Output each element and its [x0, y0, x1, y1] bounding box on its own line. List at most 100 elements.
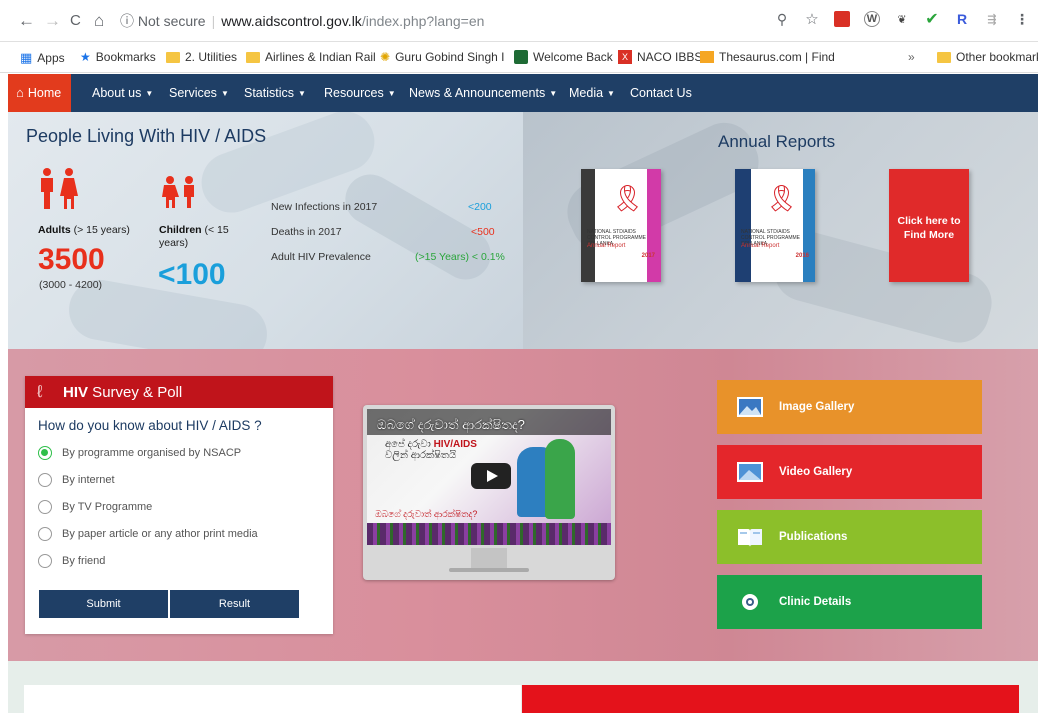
nav-contact-us[interactable]: Contact Us	[630, 74, 692, 112]
radio[interactable]	[38, 500, 52, 514]
book-icon	[738, 529, 762, 547]
stat-label: New Infections in 2017	[271, 201, 378, 213]
site-navigation: ⌂ Home About us ▼ Services ▼ Statistics ▼ Re…	[8, 74, 1038, 112]
survey-option[interactable]: By TV Programme	[38, 500, 152, 514]
caret-down-icon: ▼	[145, 89, 154, 98]
annual-report-2016[interactable]: 🎗 NATIONAL STD/AIDS CONTROL PROGRAMME SR…	[735, 169, 815, 282]
home-button[interactable]: ⌂	[94, 11, 104, 31]
nav-news-announcements[interactable]: News & Announcements ▼	[409, 74, 557, 112]
stat-value: <200	[468, 201, 492, 213]
bookmark-bookmarks[interactable]: ★ Bookmarks	[80, 50, 156, 64]
children-count: <100	[158, 258, 226, 291]
clinic-details-tile[interactable]: Clinic Details	[717, 575, 982, 629]
site-icon	[514, 50, 528, 64]
adults-label: Adults (> 15 years)	[38, 224, 130, 236]
bookmark-guru-gobind-singh[interactable]: ✺ Guru Gobind Singh I	[380, 50, 504, 64]
nav-statistics[interactable]: Statistics ▼	[244, 74, 306, 112]
bottom-section	[8, 661, 1038, 713]
bookmark-airlines[interactable]: Airlines & Indian Rail	[246, 50, 376, 64]
video-player[interactable]: ඔබගේ දරුවාත් ආරක්ෂිතද? අපේ දරුවා HIV/AID…	[367, 409, 611, 545]
red-extension-icon[interactable]	[834, 11, 850, 27]
r-extension-icon[interactable]: R	[954, 11, 970, 27]
stat-value: <500	[471, 226, 495, 238]
bookmarks-overflow[interactable]: »	[908, 50, 915, 64]
browser-toolbar: ← → C ⌂ ⓘ Not secure | www.aidscontrol.gov…	[0, 0, 1038, 42]
ribbon-icon: ℓ	[37, 382, 43, 401]
red-ribbon-icon: 🎗	[765, 183, 799, 213]
nav-media[interactable]: Media ▼	[569, 74, 615, 112]
video-caption: ඔබගේ දරුවාත් ආරක්ෂිතද?	[375, 509, 478, 519]
search-icon[interactable]: ⚲	[774, 11, 790, 27]
nav-home[interactable]: ⌂ Home	[8, 74, 72, 112]
star-icon: ★	[80, 50, 91, 64]
radio[interactable]	[38, 554, 52, 568]
nav-services[interactable]: Services ▼	[169, 74, 229, 112]
forward-button[interactable]: →	[44, 11, 61, 31]
red-ribbon-icon: 🎗	[611, 183, 645, 213]
video-subtitle: අපේ දරුවා HIV/AIDS වලින් ආරක්ෂිතයි	[385, 439, 477, 461]
result-button[interactable]: Result	[170, 590, 299, 618]
caret-down-icon: ▼	[298, 89, 306, 98]
survey-question: How do you know about HIV / AIDS ?	[38, 418, 262, 433]
check-extension-icon[interactable]: ✔	[924, 11, 940, 28]
thesaurus-icon	[700, 51, 714, 63]
children-icon	[162, 176, 194, 208]
bookmark-welcome-back[interactable]: Welcome Back	[514, 50, 613, 64]
radio[interactable]	[38, 527, 52, 541]
security-indicator[interactable]: ⓘ Not secure	[120, 13, 206, 29]
bookmark-utilities[interactable]: 2. Utilities	[166, 50, 237, 64]
reload-button[interactable]: C	[70, 11, 81, 31]
video-monitor: ඔබගේ දරුවාත් ආරක්ෂිතද? අපේ දරුවා HIV/AID…	[363, 405, 615, 580]
bookmarks-bar: ▦ Apps ★ Bookmarks 2. Utilities Airlines…	[0, 43, 1038, 73]
survey-option[interactable]: By programme organised by NSACP	[38, 446, 241, 460]
survey-option[interactable]: By internet	[38, 473, 115, 487]
play-icon[interactable]	[471, 463, 511, 489]
bookmark-naco-ibbs[interactable]: X NACO IBBS	[618, 50, 702, 64]
video-icon	[737, 462, 763, 482]
survey-option[interactable]: By friend	[38, 554, 105, 568]
stat-value: (>15 Years) < 0.1%	[415, 251, 505, 263]
caret-down-icon: ▼	[220, 89, 229, 98]
adults-count: 3500	[38, 243, 105, 276]
radio[interactable]	[38, 473, 52, 487]
address-bar[interactable]: ⓘ Not secure | www.aidscontrol.gov.lk/inde…	[120, 8, 860, 34]
bottom-right-panel	[522, 685, 1019, 713]
survey-header: ℓ HIV Survey & Poll	[25, 376, 333, 408]
caret-down-icon: ▼	[387, 89, 396, 98]
home-icon: ⌂	[16, 85, 24, 100]
nav-about-us[interactable]: About us ▼	[92, 74, 153, 112]
other-bookmarks[interactable]: Other bookmarks	[937, 50, 1038, 64]
nav-resources[interactable]: Resources ▼	[324, 74, 396, 112]
bookmark-apps[interactable]: ▦ Apps	[20, 50, 65, 66]
image-gallery-tile[interactable]: Image Gallery	[717, 380, 982, 434]
url-path: /index.php?lang=en	[361, 13, 485, 29]
folder-icon	[937, 51, 951, 63]
star-icon[interactable]: ☆	[804, 11, 820, 28]
evernote-extension-icon[interactable]: ❦	[894, 11, 910, 27]
extension-icons: ⚲ ☆ W ❦ ✔ R ⇶ ⋮	[774, 11, 1030, 29]
find-more-reports-button[interactable]: Click here to Find More	[889, 169, 969, 282]
folder-icon	[166, 51, 180, 63]
publications-tile[interactable]: Publications	[717, 510, 982, 564]
submit-button[interactable]: Submit	[39, 590, 168, 618]
menu-icon[interactable]: ⋮	[1014, 11, 1030, 27]
back-button[interactable]: ←	[18, 11, 35, 31]
hero-section: People Living With HIV / AIDS Adults (> …	[8, 112, 1038, 349]
caret-down-icon: ▼	[607, 89, 615, 98]
gear-icon	[742, 594, 758, 610]
features-section: ℓ HIV Survey & Poll How do you know about…	[8, 349, 1038, 661]
stat-label: Deaths in 2017	[271, 226, 342, 238]
khanda-icon: ✺	[380, 50, 391, 64]
stat-label: Adult HIV Prevalence	[271, 251, 371, 263]
survey-option[interactable]: By paper article or any athor print medi…	[38, 527, 258, 541]
bookmark-thesaurus[interactable]: Thesaurus.com | Find	[700, 50, 835, 64]
survey-poll-panel: ℓ HIV Survey & Poll How do you know about…	[25, 376, 333, 634]
video-gallery-tile[interactable]: Video Gallery	[717, 445, 982, 499]
extension-icon[interactable]: ⇶	[984, 11, 1000, 27]
video-title: ඔබගේ දරුවාත් ආරක්ෂිතද?	[377, 417, 525, 432]
annual-report-2017[interactable]: 🎗 NATIONAL STD/AIDS CONTROL PROGRAMME SR…	[581, 169, 661, 282]
adults-icon	[41, 168, 78, 209]
wikipedia-extension-icon[interactable]: W	[864, 11, 880, 27]
naco-icon: X	[618, 50, 632, 64]
radio-selected[interactable]	[38, 446, 52, 460]
